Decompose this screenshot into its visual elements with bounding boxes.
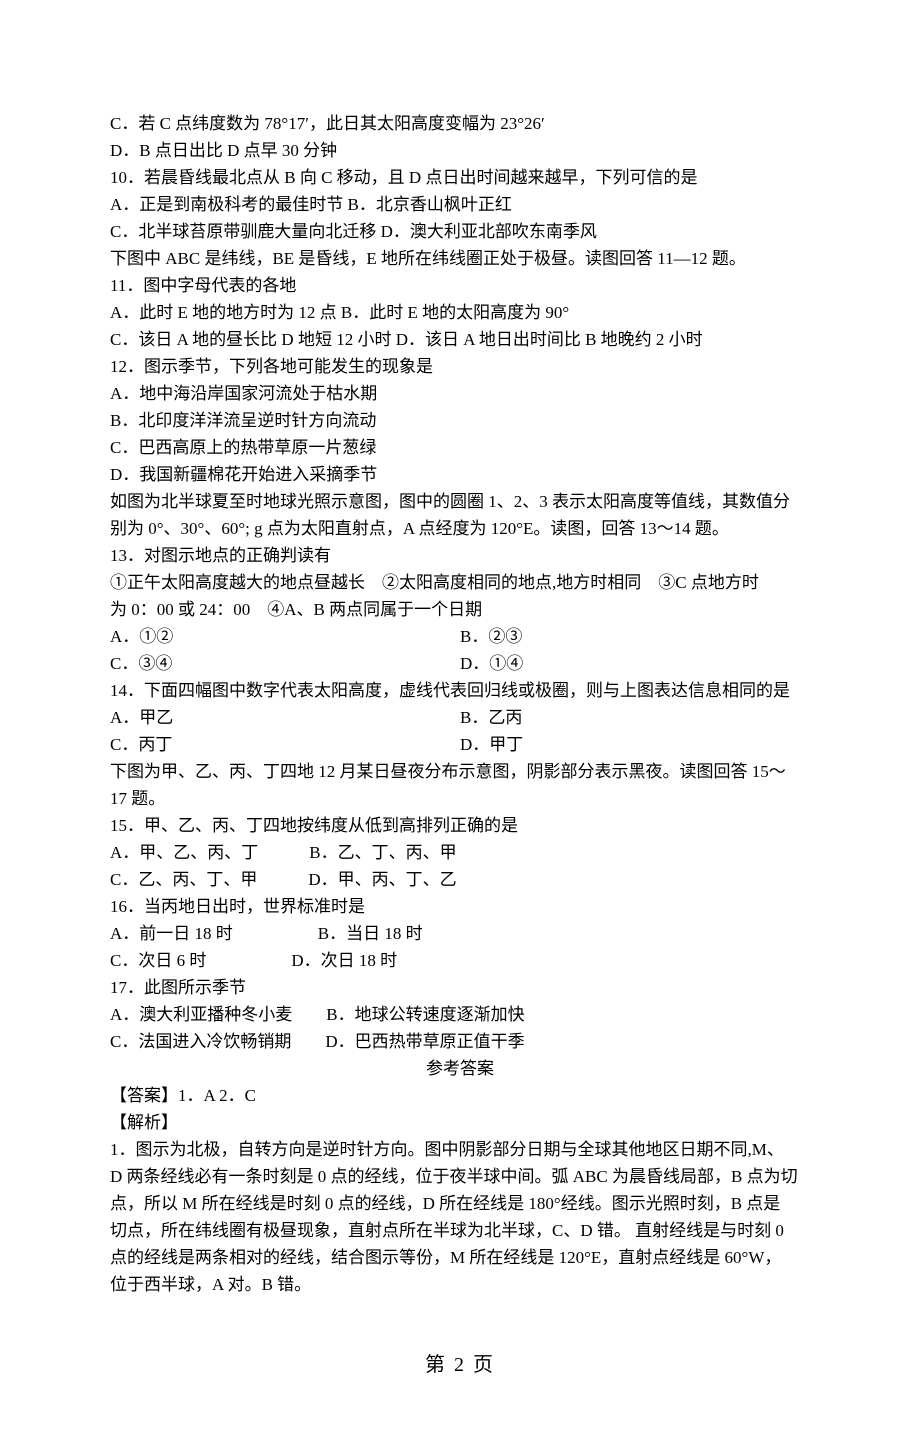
q17-option-ab: A．澳大利亚播种冬小麦 B．地球公转速度逐渐加快	[110, 1001, 810, 1028]
q14-option-c: C．丙丁	[110, 731, 460, 758]
q13-option-d: D．①④	[460, 650, 810, 677]
q12-option-b: B．北印度洋洋流呈逆时针方向流动	[110, 407, 810, 434]
q13-stem: 13．对图示地点的正确判读有	[110, 542, 810, 569]
q14-option-d: D．甲丁	[460, 731, 810, 758]
q17-stem: 17．此图所示季节	[110, 974, 810, 1001]
q14-stem: 14．下面四幅图中数字代表太阳高度，虚线代表回归线或极圈，则与上图表达信息相同的…	[110, 677, 810, 704]
intro-15-17-b: 17 题。	[110, 785, 810, 812]
q11-option-cd: C．该日 A 地的昼长比 D 地短 12 小时 D．该日 A 地日出时间比 B …	[110, 326, 810, 353]
q12-option-c: C．巴西高原上的热带草原一片葱绿	[110, 434, 810, 461]
q13-option-b: B．②③	[460, 623, 810, 650]
page-content: C．若 C 点纬度数为 78°17′，此日其太阳高度变幅为 23°26′ D．B…	[0, 0, 920, 1437]
q9-option-c: C．若 C 点纬度数为 78°17′，此日其太阳高度变幅为 23°26′	[110, 110, 810, 137]
q14-option-b: B．乙丙	[460, 704, 810, 731]
page-number: 第 2 页	[110, 1348, 810, 1377]
explain-line-1: 1．图示为北极，自转方向是逆时针方向。图中阴影部分日期与全球其他地区日期不同,M…	[110, 1136, 810, 1163]
answer-title: 参考答案	[110, 1055, 810, 1082]
q10-option-ab: A．正是到南极科考的最佳时节 B．北京香山枫叶正红	[110, 191, 810, 218]
explain-line-3: 点，所以 M 所在经线是时刻 0 点的经线，D 所在经线是 180°经线。图示光…	[110, 1190, 810, 1217]
answer-line-2: 【解析】	[110, 1109, 810, 1136]
q16-stem: 16．当丙地日出时，世界标准时是	[110, 893, 810, 920]
q10-option-cd: C．北半球苔原带驯鹿大量向北迁移 D．澳大利亚北部吹东南季风	[110, 218, 810, 245]
q13-option-a: A．①②	[110, 623, 460, 650]
intro-11-12: 下图中 ABC 是纬线，BE 是昏线，E 地所在纬线圈正处于极昼。读图回答 11…	[110, 245, 810, 272]
q16-option-ab: A．前一日 18 时 B．当日 18 时	[110, 920, 810, 947]
q10-stem: 10．若晨昏线最北点从 B 向 C 移动，且 D 点日出时间越来越早，下列可信的…	[110, 164, 810, 191]
intro-15-17-a: 下图为甲、乙、丙、丁四地 12 月某日昼夜分布示意图，阴影部分表示黑夜。读图回答…	[110, 758, 810, 785]
answer-line-1: 【答案】1．A 2．C	[110, 1082, 810, 1109]
q12-option-a: A．地中海沿岸国家河流处于枯水期	[110, 380, 810, 407]
intro-13-14-b: 别为 0°、30°、60°; g 点为太阳直射点，A 点经度为 120°E。读图…	[110, 515, 810, 542]
explain-line-4: 切点，所在纬线圈有极昼现象，直射点所在半球为北半球，C、D 错。 直射经线是与时…	[110, 1217, 810, 1244]
intro-13-14-a: 如图为北半球夏至时地球光照示意图，图中的圆圈 1、2、3 表示太阳高度等值线，其…	[110, 488, 810, 515]
explain-line-5: 点的经线是两条相对的经线，结合图示等份，M 所在经线是 120°E，直射点经线是…	[110, 1244, 810, 1271]
q15-option-cd: C．乙、丙、丁、甲 D．甲、丙、丁、乙	[110, 866, 810, 893]
explain-line-6: 位于西半球，A 对。B 错。	[110, 1271, 810, 1298]
q12-option-d: D．我国新疆棉花开始进入采摘季节	[110, 461, 810, 488]
q14-option-a: A．甲乙	[110, 704, 460, 731]
explain-line-2: D 两条经线必有一条时刻是 0 点的经线，位于夜半球中间。弧 ABC 为晨昏线局…	[110, 1163, 810, 1190]
q13-option-c: C．③④	[110, 650, 460, 677]
q16-option-cd: C．次日 6 时 D．次日 18 时	[110, 947, 810, 974]
q12-stem: 12．图示季节，下列各地可能发生的现象是	[110, 353, 810, 380]
q17-option-cd: C．法国进入冷饮畅销期 D．巴西热带草原正值干季	[110, 1028, 810, 1055]
q9-option-d: D．B 点日出比 D 点早 30 分钟	[110, 137, 810, 164]
q13-statements-2: 为 0：00 或 24：00 ④A、B 两点同属于一个日期	[110, 596, 810, 623]
q11-stem: 11．图中字母代表的各地	[110, 272, 810, 299]
q11-option-ab: A．此时 E 地的地方时为 12 点 B．此时 E 地的太阳高度为 90°	[110, 299, 810, 326]
q15-stem: 15．甲、乙、丙、丁四地按纬度从低到高排列正确的是	[110, 812, 810, 839]
q15-option-ab: A．甲、乙、丙、丁 B．乙、丁、丙、甲	[110, 839, 810, 866]
q13-statements-1: ①正午太阳高度越大的地点昼越长 ②太阳高度相同的地点,地方时相同 ③C 点地方时	[110, 569, 810, 596]
